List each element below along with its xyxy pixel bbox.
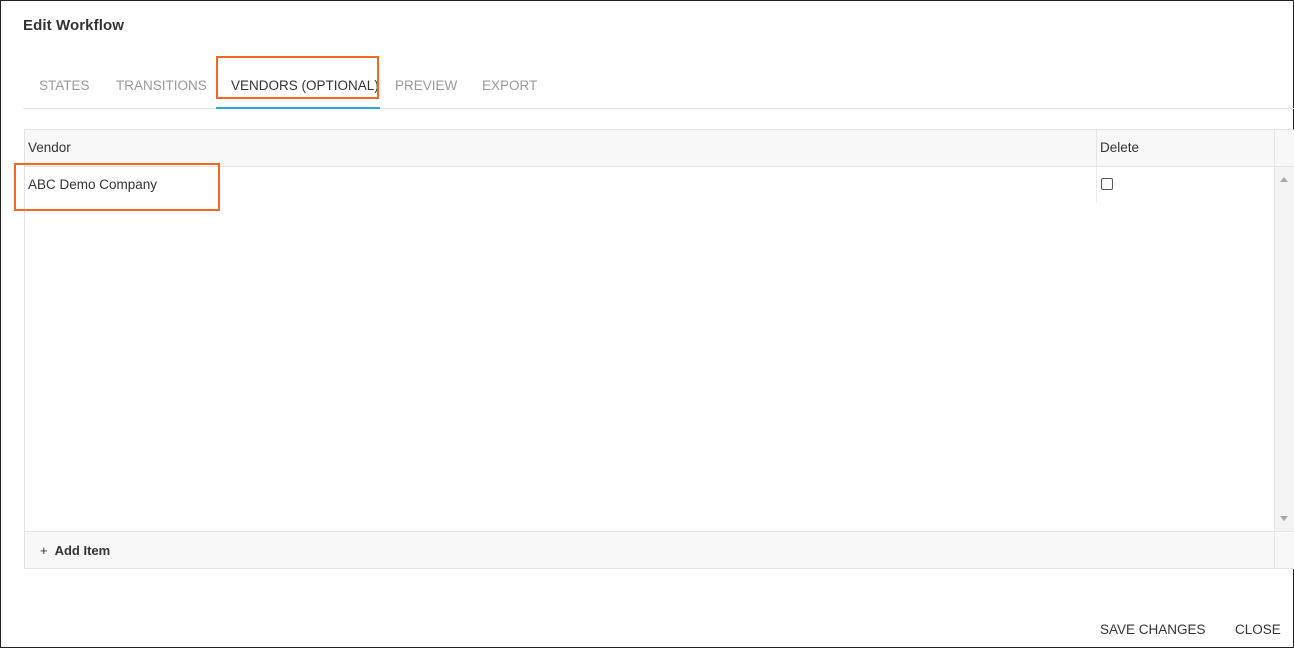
column-header-delete[interactable]: Delete bbox=[1096, 130, 1274, 167]
grid-header: Vendor Delete bbox=[25, 130, 1294, 167]
tab-vendors-optional[interactable]: VENDORS (OPTIONAL) bbox=[216, 75, 380, 109]
scroll-up-icon[interactable] bbox=[1280, 177, 1288, 182]
tab-states[interactable]: STATES bbox=[39, 75, 90, 109]
edit-workflow-dialog: Edit Workflow STATES TRANSITIONS VENDORS… bbox=[0, 0, 1294, 648]
dialog-title: Edit Workflow bbox=[23, 17, 125, 34]
add-item-button[interactable]: + Add Item bbox=[40, 532, 110, 569]
header-scroll-spacer bbox=[1274, 130, 1294, 167]
tab-bar: STATES TRANSITIONS VENDORS (OPTIONAL) PR… bbox=[23, 75, 1294, 109]
add-item-label: Add Item bbox=[54, 543, 111, 558]
footer-scroll-spacer bbox=[1274, 532, 1294, 569]
plus-icon: + bbox=[40, 543, 48, 558]
grid-body: ABC Demo Company bbox=[25, 167, 1294, 531]
delete-checkbox[interactable] bbox=[1101, 178, 1113, 190]
vendors-grid: Vendor Delete ABC Demo Company + Add Item bbox=[24, 129, 1294, 569]
save-changes-button[interactable]: SAVE CHANGES bbox=[1100, 622, 1206, 637]
table-row: ABC Demo Company bbox=[25, 167, 1274, 203]
vertical-scrollbar[interactable] bbox=[1274, 167, 1294, 531]
tab-preview[interactable]: PREVIEW bbox=[395, 75, 457, 109]
tab-transitions[interactable]: TRANSITIONS bbox=[116, 75, 207, 109]
close-button[interactable]: CLOSE bbox=[1235, 622, 1281, 637]
tab-export[interactable]: EXPORT bbox=[482, 75, 537, 109]
scroll-down-icon[interactable] bbox=[1280, 516, 1288, 521]
column-header-vendor[interactable]: Vendor bbox=[28, 130, 71, 167]
grid-footer: + Add Item bbox=[25, 531, 1294, 569]
vendor-cell[interactable]: ABC Demo Company bbox=[28, 167, 157, 203]
delete-cell bbox=[1096, 167, 1274, 203]
